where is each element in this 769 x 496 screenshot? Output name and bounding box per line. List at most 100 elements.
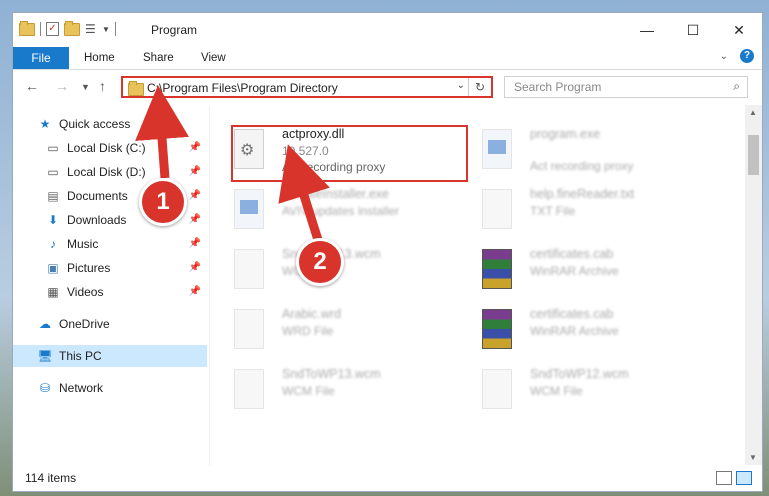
file-name: certificates.cab [530, 247, 614, 261]
cloud-icon: ☁ [39, 317, 51, 331]
download-icon: ⬇ [47, 213, 59, 227]
nav-item-network[interactable]: ⛁ Network [37, 377, 231, 399]
file-item-help-txt[interactable]: help.fineReader.txt TXT File [458, 183, 688, 237]
recent-locations-chevron-icon[interactable]: ▼ [81, 82, 90, 92]
scrollbar-thumb[interactable] [748, 135, 759, 175]
ribbon-right-controls: ⌄ ? [720, 49, 754, 63]
file-item-program-exe[interactable]: program.exe Act recording proxy [458, 123, 688, 177]
network-icon: ⛁ [39, 381, 51, 395]
file-type: WinRAR Archive [530, 324, 619, 338]
exe-file-icon [482, 129, 512, 169]
scroll-up-icon[interactable]: ▲ [749, 108, 757, 117]
rar-archive-icon [482, 249, 512, 289]
file-type: WCM File [530, 384, 583, 398]
new-folder-icon[interactable] [64, 20, 80, 36]
nav-item-local-disk-d[interactable]: ▭ Local Disk (D:) 📌 [45, 161, 207, 183]
nav-item-local-disk-c[interactable]: ▭ Local Disk (C:) 📌 [45, 137, 207, 159]
nav-item-label: OneDrive [59, 317, 110, 331]
view-options-icon[interactable]: ☰ [85, 23, 97, 35]
tab-view[interactable]: View [201, 47, 226, 69]
drive-icon: ▭ [47, 165, 59, 179]
window-controls: — ☐ ✕ [624, 13, 762, 47]
folder-icon [128, 81, 144, 96]
pin-icon[interactable]: 📌 [189, 190, 201, 201]
tiles-view-icon[interactable] [736, 471, 752, 485]
nav-item-videos[interactable]: ▦ Videos 📌 [45, 281, 207, 303]
file-name: help.fineReader.txt [530, 187, 635, 201]
file-type: TXT File [530, 204, 576, 218]
nav-item-music[interactable]: ♪ Music 📌 [45, 233, 207, 255]
forward-arrow-icon[interactable]: → [55, 78, 69, 94]
scroll-down-icon[interactable]: ▼ [749, 453, 757, 462]
address-dropdown-icon[interactable]: ⌄ [457, 80, 465, 91]
callout-badge-1: 1 [139, 178, 187, 226]
search-icon[interactable]: ⌕ [733, 79, 740, 94]
nav-item-label: Quick access [59, 117, 131, 131]
folder-icon[interactable] [19, 20, 35, 36]
pin-icon[interactable]: 📌 [189, 286, 201, 297]
address-bar[interactable]: C:\Program Files\Program Directory ⌄ ↻ [121, 76, 493, 98]
back-arrow-icon[interactable]: ← [25, 78, 39, 94]
nav-item-onedrive[interactable]: ☁ OneDrive [37, 313, 231, 335]
maximize-button[interactable]: ☐ [670, 13, 716, 47]
file-name: UpdateInstaller.exe [282, 187, 390, 201]
computer-icon: 🖥 [37, 349, 53, 363]
navigation-pane: ★ Quick access ▭ Local Disk (C:) 📌 ▭ Loc… [13, 105, 209, 465]
tab-file[interactable]: File [13, 47, 69, 69]
tab-share[interactable]: Share [143, 47, 174, 69]
explorer-window: ✓ ☰ ▼ Program — ☐ ✕ File Home Share View… [12, 12, 763, 492]
installer-icon [234, 189, 264, 229]
pin-icon[interactable]: 📌 [189, 238, 201, 249]
nav-item-pictures[interactable]: ▣ Pictures 📌 [45, 257, 207, 279]
file-item-arabic-wrd[interactable]: Arabic.wrd WRD File [210, 303, 440, 357]
file-description: AVIV updates installer [282, 204, 400, 218]
wcm-file-icon [234, 369, 264, 409]
wrd-file-icon [234, 309, 264, 349]
search-box[interactable]: Search Program ⌕ [504, 76, 748, 98]
file-item-sndtowp12[interactable]: SndToWP12.wcm WCM File [458, 363, 688, 417]
expand-ribbon-icon[interactable]: ⌄ [720, 51, 728, 62]
nav-item-label: This PC [59, 349, 102, 363]
videos-icon: ▦ [47, 285, 59, 299]
file-item-certificates-cab-2[interactable]: certificates.cab WinRAR Archive [458, 303, 688, 357]
file-item-certificates-cab[interactable]: certificates.cab WinRAR Archive [458, 243, 688, 297]
address-path[interactable]: C:\Program Files\Program Directory [147, 81, 338, 95]
file-item-updateinstaller[interactable]: UpdateInstaller.exe AVIV updates install… [210, 183, 440, 237]
nav-item-this-pc[interactable]: 🖥 This PC [13, 345, 207, 367]
file-list: actproxy.dll 10.527.0 Act recording prox… [210, 105, 744, 465]
minimize-button[interactable]: — [624, 13, 670, 47]
file-name: Arabic.wrd [282, 307, 342, 321]
file-name: SndToWP12.wcm [530, 367, 629, 381]
file-item-sndtowp13-2[interactable]: SndToWP13.wcm WCM File [210, 363, 440, 417]
window-title: Program [151, 23, 198, 37]
details-view-icon[interactable] [716, 471, 732, 485]
tab-home[interactable]: Home [84, 47, 115, 69]
up-arrow-icon[interactable]: ↑ [99, 78, 106, 94]
file-type: WinRAR Archive [530, 264, 619, 278]
file-type: WRD File [282, 324, 334, 338]
pin-icon[interactable]: 📌 [189, 214, 201, 225]
pin-icon[interactable]: 📌 [189, 166, 201, 177]
close-button[interactable]: ✕ [716, 13, 762, 47]
nav-item-quick-access[interactable]: ★ Quick access [37, 113, 231, 135]
music-icon: ♪ [50, 237, 56, 251]
customize-toolbar-caret-icon[interactable]: ▼ [102, 25, 110, 34]
help-icon[interactable]: ? [740, 49, 754, 63]
wcm-file-icon [482, 369, 512, 409]
refresh-icon[interactable]: ↻ [468, 78, 491, 96]
star-icon: ★ [39, 117, 51, 131]
toolbar-separator [40, 22, 41, 36]
nav-item-label: Network [59, 381, 104, 395]
rar-archive-icon [482, 309, 512, 349]
status-bar: 114 items [13, 465, 762, 491]
vertical-scrollbar[interactable]: ▲ ▼ [745, 105, 762, 465]
pin-icon[interactable]: 📌 [189, 262, 201, 273]
wcm-file-icon [234, 249, 264, 289]
drive-icon: ▭ [47, 141, 59, 155]
nav-item-label: Downloads [67, 213, 127, 227]
search-input[interactable]: Search Program [514, 80, 601, 94]
properties-check-icon[interactable]: ✓ [46, 22, 59, 36]
callout-badge-2: 2 [296, 238, 344, 286]
nav-item-label: Music [67, 237, 99, 251]
pin-icon[interactable]: 📌 [189, 142, 201, 153]
